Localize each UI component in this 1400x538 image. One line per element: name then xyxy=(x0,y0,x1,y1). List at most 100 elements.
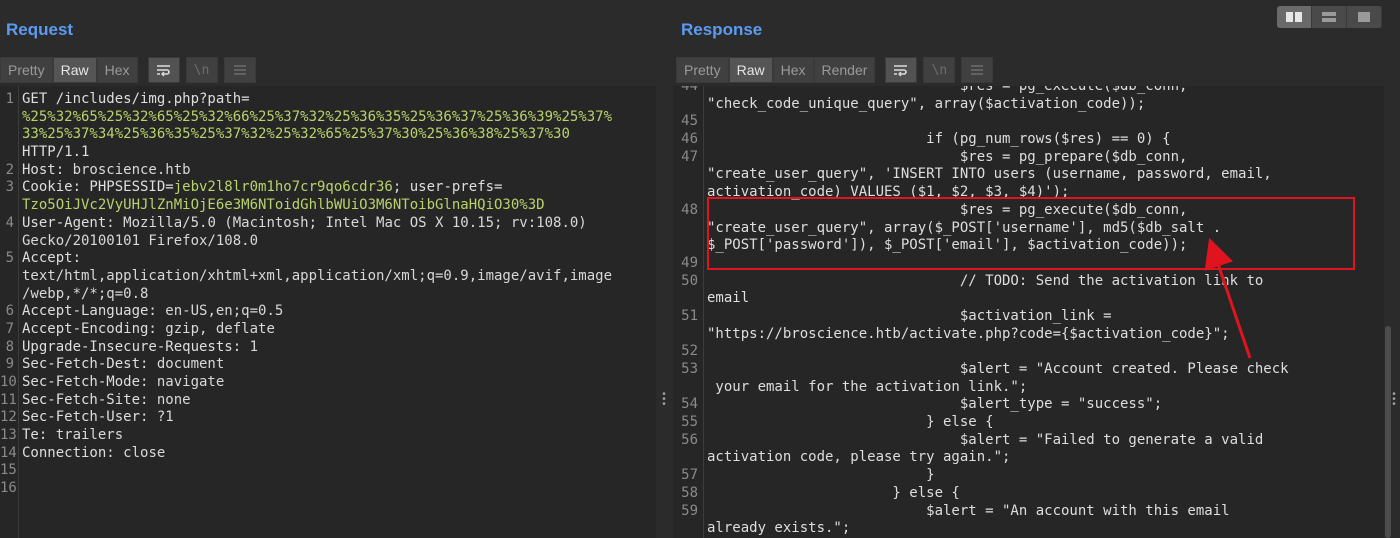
line-number: 48 xyxy=(681,201,698,218)
code-token: Host: xyxy=(22,161,73,178)
code-token: Cookie: PHPSESSID= xyxy=(22,179,174,196)
line-text: "check_code_unique_query", array($activa… xyxy=(707,95,1146,112)
code-token: ; user-prefs= xyxy=(392,179,503,196)
code-token: Sec-Fetch-Dest: xyxy=(22,356,157,373)
code-token: %25%32%65%25%32%65%25%32%66%25%37%32%25%… xyxy=(22,108,613,125)
newline-icon[interactable]: \n xyxy=(185,57,218,83)
code-token: Accept-Language: xyxy=(22,303,166,320)
line-number: 44 xyxy=(681,86,698,94)
code-token: GET /includes/img.php?path= xyxy=(22,91,250,107)
splitter-grip-icon[interactable]: • • • xyxy=(662,390,666,410)
line-text: Cookie: PHPSESSID=jebv2l8lr0m1ho7cr9qo6c… xyxy=(22,179,502,197)
line-text: $activation_link = xyxy=(707,307,1112,324)
line-text: "https://broscience.htb/activate.php?cod… xyxy=(707,325,1230,342)
code-token: HTTP/1.1 xyxy=(22,144,90,161)
line-number: 56 xyxy=(681,431,698,448)
line-text: HTTP/1.1 xyxy=(22,144,89,162)
line-text: } xyxy=(707,467,935,484)
request-tab-raw[interactable]: Raw xyxy=(52,57,97,83)
wrap-lines-icon[interactable] xyxy=(147,57,180,83)
code-token: Connection: xyxy=(22,444,124,461)
code-token: close xyxy=(123,444,166,461)
line-number: 8 xyxy=(5,338,14,355)
split-vertical-icon[interactable] xyxy=(1312,6,1347,28)
line-text: $alert = "Account created. Please check xyxy=(707,361,1289,377)
code-token: 33%25%37%34%25%36%35%25%37%32%25%32%65%2… xyxy=(22,126,570,143)
request-tools: \n xyxy=(147,57,256,83)
response-tab-render[interactable]: Render xyxy=(813,57,876,83)
line-text: "create_user_query", array($_POST['usern… xyxy=(707,219,1222,236)
line-text: email xyxy=(707,290,750,307)
burp-repeater-view: Request Pretty Raw Hex \n 1 GET /includes… xyxy=(0,0,1400,538)
line-number: 4 xyxy=(5,214,14,231)
line-number: 52 xyxy=(681,343,698,360)
line-text: Sec-Fetch-Site: none xyxy=(22,392,191,410)
line-number: 16 xyxy=(0,480,17,497)
code-token: jebv2l8lr0m1ho7cr9qo6cdr36 xyxy=(173,179,393,196)
code-token: User-Agent: xyxy=(22,214,124,231)
line-number: 13 xyxy=(0,427,17,444)
response-editor[interactable]: 44 $res = pg_execute($db_conn, "check_cod… xyxy=(673,86,1384,538)
line-text: $alert = "Failed to generate a valid xyxy=(707,431,1264,448)
line-text: %25%32%65%25%32%65%25%32%66%25%37%32%25%… xyxy=(22,109,612,127)
request-pane: Request Pretty Raw Hex \n 1 GET /includes… xyxy=(0,0,656,538)
line-number: 3 xyxy=(5,179,14,196)
code-token: Accept: xyxy=(22,250,82,267)
line-text: $alert = "An account with this email xyxy=(707,502,1230,519)
code-token: Te: xyxy=(22,427,56,444)
menu-icon[interactable] xyxy=(961,57,994,83)
line-number: 7 xyxy=(5,320,14,337)
line-text: Gecko/20100101 Firefox/108.0 xyxy=(22,233,258,251)
code-token: trailers xyxy=(55,427,124,444)
layout-toggle xyxy=(1277,6,1382,28)
line-text: User-Agent: Mozilla/5.0 (Macintosh; Inte… xyxy=(22,215,587,233)
line-number: 9 xyxy=(5,356,14,373)
line-number: 49 xyxy=(681,254,698,271)
code-token: Upgrade-Insecure-Requests: xyxy=(22,338,250,355)
pane-splitter[interactable] xyxy=(656,0,673,538)
request-tab-hex[interactable]: Hex xyxy=(96,57,138,83)
line-text: Upgrade-Insecure-Requests: 1 xyxy=(22,339,258,357)
line-number: 58 xyxy=(681,484,698,501)
wrap-lines-icon[interactable] xyxy=(885,57,918,83)
response-tab-hex[interactable]: Hex xyxy=(772,57,814,83)
request-tab-pretty[interactable]: Pretty xyxy=(0,57,53,83)
code-token: text/html,application/xhtml+xml,applicat… xyxy=(22,267,613,284)
newline-icon[interactable]: \n xyxy=(923,57,956,83)
line-text: Accept-Language: en-US,en;q=0.5 xyxy=(22,303,283,321)
line-text: activation code, please try again."; xyxy=(707,449,1011,466)
response-scrollbar[interactable] xyxy=(1384,86,1392,538)
line-text: Te: trailers xyxy=(22,427,123,445)
single-pane-icon[interactable] xyxy=(1347,6,1382,28)
scrollbar-thumb[interactable] xyxy=(1385,326,1391,538)
line-text: $alert_type = "success"; xyxy=(707,396,1163,413)
line-number: 57 xyxy=(681,467,698,484)
code-token: Sec-Fetch-Site: xyxy=(22,391,157,408)
line-text: Tzo5OiJVc2VyUHJlZnMiOjE6e3M6NToidGhlbWUi… xyxy=(22,197,545,215)
menu-icon[interactable] xyxy=(223,57,256,83)
line-text: $res = pg_prepare($db_conn, xyxy=(707,148,1188,165)
line-text: Connection: close xyxy=(22,445,165,463)
line-text: Host: broscience.htb xyxy=(22,162,191,180)
response-tools: \n xyxy=(885,57,994,83)
split-horizontal-icon[interactable] xyxy=(1277,6,1312,28)
line-number: 2 xyxy=(5,161,14,178)
line-text: 33%25%37%34%25%36%35%25%37%32%25%32%65%2… xyxy=(22,126,570,144)
code-token: none xyxy=(156,391,191,408)
response-tab-pretty[interactable]: Pretty xyxy=(676,57,729,83)
line-text: $res = pg_execute($db_conn, xyxy=(707,201,1188,218)
line-text: your email for the activation link."; xyxy=(707,378,1028,395)
right-grip-icon[interactable]: • • • xyxy=(1392,390,1396,410)
response-pane: Response Pretty Raw Hex Render \n 44 $re… xyxy=(673,0,1384,538)
code-token: 1 xyxy=(249,338,259,355)
request-title: Request xyxy=(6,20,74,39)
response-tab-raw[interactable]: Raw xyxy=(728,57,773,83)
line-number: 6 xyxy=(5,303,14,320)
line-text: Accept: xyxy=(22,250,81,268)
line-number: 53 xyxy=(681,361,698,377)
line-text: $res = pg_execute($db_conn, xyxy=(707,86,1188,94)
line-text: "create_user_query", 'INSERT INTO users … xyxy=(707,166,1272,183)
code-token: Sec-Fetch-Mode: xyxy=(22,374,157,390)
request-editor[interactable]: 1 GET /includes/img.php?path= %25%32%65%25… xyxy=(0,86,656,538)
line-text: $_POST['password']), $_POST['email'], $a… xyxy=(707,237,1188,254)
